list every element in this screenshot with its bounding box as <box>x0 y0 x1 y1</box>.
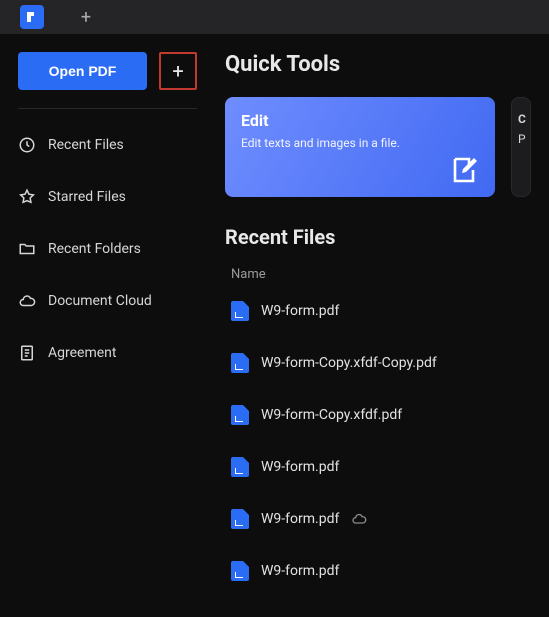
folder-icon <box>18 240 36 258</box>
main-area: Quick Tools Edit Edit texts and images i… <box>215 34 549 617</box>
file-name: W9-form-Copy.xfdf.pdf <box>261 407 402 423</box>
pdf-file-icon <box>231 457 249 477</box>
recent-files-list: W9-form.pdf W9-form-Copy.xfdf-Copy.pdf W9-… <box>225 296 545 586</box>
open-pdf-button[interactable]: Open PDF <box>18 52 147 90</box>
sidebar-item-label: Agreement <box>48 345 116 361</box>
sidebar-item-document-cloud[interactable]: Document Cloud <box>18 287 197 315</box>
file-name: W9-form-Copy.xfdf-Copy.pdf <box>261 355 437 371</box>
sidebar-item-starred-files[interactable]: Starred Files <box>18 183 197 211</box>
sidebar-item-label: Starred Files <box>48 189 126 205</box>
pdf-file-icon <box>231 353 249 373</box>
pdf-file-icon <box>231 301 249 321</box>
card-desc: Edit texts and images in a file. <box>241 136 479 150</box>
tab-bar: + <box>0 0 549 34</box>
edit-page-icon <box>447 153 481 187</box>
peek-line: C <box>518 112 524 126</box>
document-icon <box>18 344 36 362</box>
file-name: W9-form.pdf <box>261 303 339 319</box>
file-row[interactable]: W9-form.pdf <box>225 296 545 326</box>
cloud-badge-icon <box>351 511 367 527</box>
sidebar-item-label: Recent Files <box>48 137 124 153</box>
sidebar: Open PDF + Recent Files Starred Files Re… <box>0 34 215 617</box>
file-row[interactable]: W9-form-Copy.xfdf-Copy.pdf <box>225 348 545 378</box>
quick-tools-title: Quick Tools <box>225 52 545 77</box>
column-header-name: Name <box>225 267 545 282</box>
recent-files-title: Recent Files <box>225 225 545 249</box>
sidebar-item-label: Recent Folders <box>48 241 141 257</box>
file-name: W9-form.pdf <box>261 563 339 579</box>
sidebar-item-recent-folders[interactable]: Recent Folders <box>18 235 197 263</box>
app-tab[interactable] <box>20 5 44 29</box>
quick-tool-next-card[interactable]: C P <box>511 97 531 197</box>
plus-icon: + <box>172 59 183 83</box>
pdf-file-icon <box>231 509 249 529</box>
cloud-icon <box>18 292 36 310</box>
new-tab-button[interactable]: + <box>76 7 96 28</box>
sidebar-divider <box>18 108 197 109</box>
file-name: W9-form.pdf <box>261 459 339 475</box>
file-name: W9-form.pdf <box>261 511 339 527</box>
create-pdf-button[interactable]: + <box>159 52 197 90</box>
sidebar-item-agreement[interactable]: Agreement <box>18 339 197 367</box>
sidebar-item-recent-files[interactable]: Recent Files <box>18 131 197 159</box>
peek-line: P <box>518 132 524 146</box>
app-logo-icon <box>25 10 39 24</box>
star-icon <box>18 188 36 206</box>
file-row[interactable]: W9-form.pdf <box>225 452 545 482</box>
file-row[interactable]: W9-form-Copy.xfdf.pdf <box>225 400 545 430</box>
pdf-file-icon <box>231 405 249 425</box>
file-row[interactable]: W9-form.pdf <box>225 504 545 534</box>
card-title: Edit <box>241 111 479 130</box>
quick-tool-edit-card[interactable]: Edit Edit texts and images in a file. <box>225 97 495 197</box>
clock-icon <box>18 136 36 154</box>
pdf-file-icon <box>231 561 249 581</box>
sidebar-item-label: Document Cloud <box>48 293 152 309</box>
file-row[interactable]: W9-form.pdf <box>225 556 545 586</box>
